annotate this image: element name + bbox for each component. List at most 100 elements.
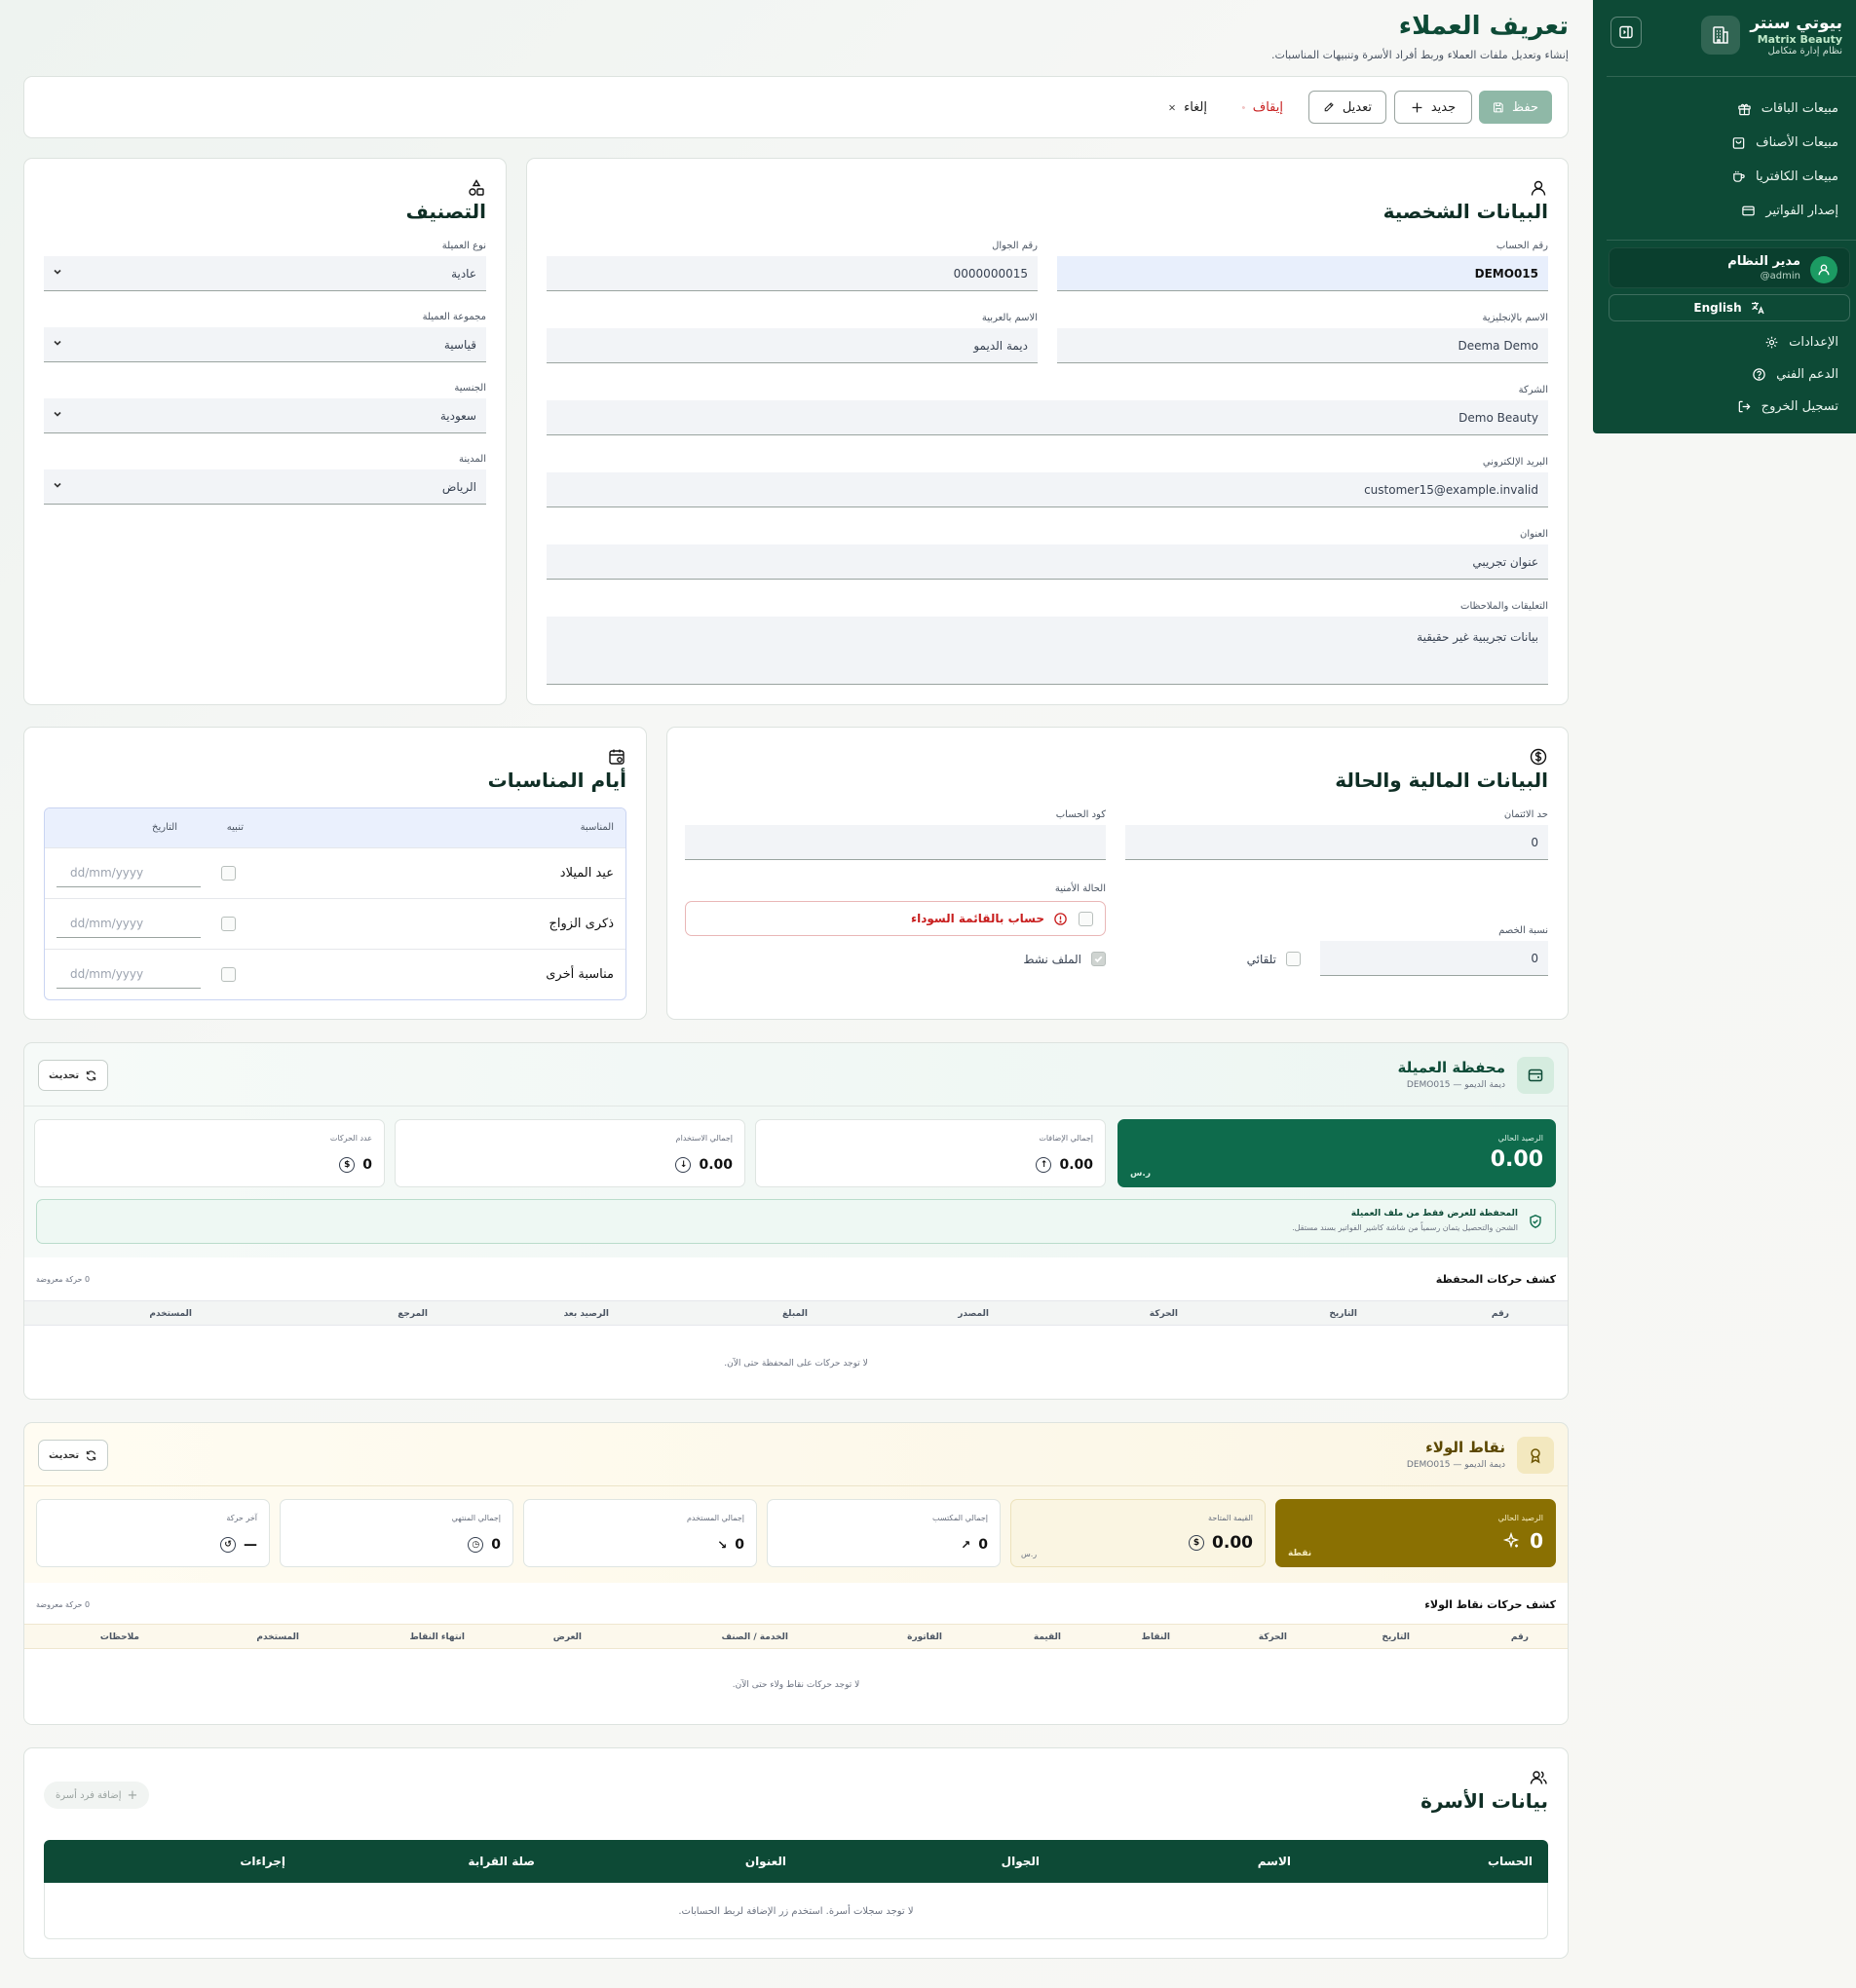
sidebar-item-items-sales[interactable]: مبيعات الأصناف xyxy=(1731,135,1838,150)
ban-icon xyxy=(1242,105,1245,109)
customer-group-value: قياسية xyxy=(443,337,476,352)
refresh-icon xyxy=(86,1069,96,1081)
user-profile[interactable]: مدير النظام @admin xyxy=(1609,247,1850,288)
save-button[interactable]: حفظ xyxy=(1479,91,1552,124)
company-input[interactable]: Demo Beauty xyxy=(547,400,1548,435)
date-input[interactable]: dd/mm/yyyy xyxy=(57,959,201,989)
col-header: المستخدم xyxy=(149,1309,192,1319)
coffee-icon xyxy=(1733,170,1745,182)
customer-group-select[interactable]: قياسية xyxy=(44,327,486,362)
col-header: الرصيد بعد xyxy=(563,1309,609,1319)
statement-count: 0 حركة معروضة xyxy=(36,1275,91,1284)
bag-icon xyxy=(1732,137,1745,149)
alert-checkbox[interactable] xyxy=(221,917,236,931)
sidebar-item-settings[interactable]: الإعدادات xyxy=(1764,335,1838,350)
occasion-name: عيد الميلاد xyxy=(559,866,614,881)
sidebar-item-support[interactable]: الدعم الفني xyxy=(1752,367,1838,382)
add-family-label: إضافة فرد أسرة xyxy=(56,1789,122,1801)
brand-title: بيوتي سنتر xyxy=(1750,14,1842,33)
credit-limit-input[interactable]: 0 xyxy=(1125,825,1548,860)
statement-title: كشف حركات نقاط الولاء xyxy=(1424,1598,1556,1611)
loyalty-refresh-button[interactable]: تحديث xyxy=(38,1440,109,1471)
language-toggle-button[interactable]: English xyxy=(1609,294,1850,321)
new-button[interactable]: جديد xyxy=(1394,91,1472,124)
sidebar-item-label: تسجيل الخروج xyxy=(1761,399,1838,414)
customer-type-select[interactable]: عادية xyxy=(44,256,486,291)
col-occasion: المناسبة xyxy=(580,822,614,833)
date-input[interactable]: dd/mm/yyyy xyxy=(57,909,201,938)
occasions-card: أيام المناسبات المناسبة تنبيه التاريخ عي… xyxy=(23,727,647,1020)
col-header: المصدر xyxy=(958,1309,989,1319)
clock-icon: ◷ xyxy=(468,1537,484,1553)
col-alert: تنبيه xyxy=(226,822,244,833)
page-subtitle: إنشاء وتعديل ملفات العملاء وربط أفراد ال… xyxy=(1270,49,1569,61)
divider xyxy=(24,1106,1568,1107)
sidebar-item-packages[interactable]: مبيعات الباقات xyxy=(1737,101,1838,116)
occasion-name: مناسبة أخرى xyxy=(546,967,614,982)
blacklist-toggle[interactable]: حساب بالقائمة السوداء xyxy=(685,901,1106,936)
sidebar: بيوتي سنتر Matrix Beauty نظام إدارة متكا… xyxy=(1593,0,1856,433)
discount-input[interactable]: 0 xyxy=(1320,941,1548,976)
classification-card: التصنيف نوع العميلة عادية مجموعة العميلة… xyxy=(23,158,507,705)
sidebar-item-logout[interactable]: تسجيل الخروج xyxy=(1737,399,1838,414)
occasions-table-header: المناسبة تنبيه التاريخ xyxy=(45,808,625,847)
shapes-icon xyxy=(469,179,484,196)
wallet-statement: كشف حركات المحفظة 0 حركة معروضة رقم التا… xyxy=(24,1257,1568,1399)
col-header: التاريخ xyxy=(1329,1309,1357,1319)
notes-textarea[interactable]: بيانات تجريبية غير حقيقية xyxy=(547,617,1548,685)
save-icon xyxy=(1493,102,1503,113)
col-header: النقاط xyxy=(1141,1632,1170,1642)
sidebar-toggle-button[interactable] xyxy=(1610,17,1642,48)
occasions-table: المناسبة تنبيه التاريخ عيد الميلاد dd/mm… xyxy=(44,807,626,1000)
auto-checkbox[interactable] xyxy=(1286,952,1301,966)
edit-button[interactable]: تعديل xyxy=(1308,91,1386,124)
col-date: التاريخ xyxy=(152,822,177,833)
auto-discount-toggle[interactable]: تلقائي xyxy=(1247,952,1301,966)
sidebar-item-invoices[interactable]: إصدار الفواتير xyxy=(1741,204,1838,218)
active-checkbox[interactable] xyxy=(1091,952,1106,966)
alert-checkbox[interactable] xyxy=(221,967,236,982)
address-label: العنوان xyxy=(1520,529,1548,540)
stat-label: إجمالي الاستخدام xyxy=(675,1134,733,1143)
col-header: رقم xyxy=(1491,1309,1509,1319)
notes-label: التعليقات والملاحظات xyxy=(1460,601,1548,612)
account-code-input[interactable] xyxy=(685,825,1106,860)
wallet-added-stat: إجمالي الإضافات ↑ 0.00 xyxy=(755,1119,1106,1187)
alert-icon xyxy=(1054,913,1067,925)
wallet-icon xyxy=(1517,1057,1554,1094)
add-family-member-button[interactable]: + إضافة فرد أسرة xyxy=(44,1782,150,1809)
points-unit: نقطة xyxy=(1288,1549,1312,1558)
mobile-input[interactable]: 0000000015 xyxy=(547,256,1038,291)
loyalty-used-stat: إجمالي المستخدم ↘ 0 xyxy=(523,1499,757,1567)
city-select[interactable]: الرياض xyxy=(44,469,486,505)
auto-label: تلقائي xyxy=(1246,952,1276,966)
trending-up-icon: ↗ xyxy=(961,1538,971,1552)
cancel-button[interactable]: إلغاء xyxy=(1155,91,1221,124)
loyalty-title: نقاط الولاء xyxy=(1425,1439,1505,1456)
date-input[interactable]: dd/mm/yyyy xyxy=(57,858,201,887)
stat-label: إجمالي المكتسب xyxy=(932,1514,988,1522)
active-profile-toggle[interactable]: الملف نشط xyxy=(1023,952,1106,966)
col-header: صلة القرابة xyxy=(468,1855,535,1868)
address-input[interactable]: عنوان تجريبي xyxy=(547,544,1548,580)
avatar xyxy=(1810,256,1837,283)
stat-label: عدد الحركات xyxy=(329,1134,372,1143)
name-en-input[interactable]: Deema Demo xyxy=(1057,328,1548,363)
email-input[interactable]: customer15@example.invalid xyxy=(547,472,1548,507)
blacklist-checkbox[interactable] xyxy=(1079,912,1093,926)
nationality-select[interactable]: سعودية xyxy=(44,398,486,433)
stop-button[interactable]: إيقاف xyxy=(1229,91,1297,124)
occasion-name: ذكرى الزواج xyxy=(549,917,615,931)
wallet-used-stat: إجمالي الاستخدام ↓ 0.00 xyxy=(395,1119,745,1187)
wallet-refresh-button[interactable]: تحديث xyxy=(38,1060,109,1091)
arrow-up-icon: ↑ xyxy=(1036,1157,1052,1173)
wallet-notice: المحفظة للعرض فقط من ملف العميلة الشحن و… xyxy=(36,1199,1556,1244)
account-input[interactable]: DEMO015 xyxy=(1057,256,1548,291)
stat-value: 0 xyxy=(978,1537,988,1553)
page-title: تعريف العملاء xyxy=(1398,12,1569,41)
panel-toggle-icon xyxy=(1619,25,1633,39)
alert-checkbox[interactable] xyxy=(221,866,236,881)
name-ar-input[interactable]: ديمة الديمو xyxy=(547,328,1038,363)
sidebar-item-cafeteria[interactable]: مبيعات الكافتريا xyxy=(1731,169,1838,184)
calendar-icon xyxy=(609,749,625,765)
